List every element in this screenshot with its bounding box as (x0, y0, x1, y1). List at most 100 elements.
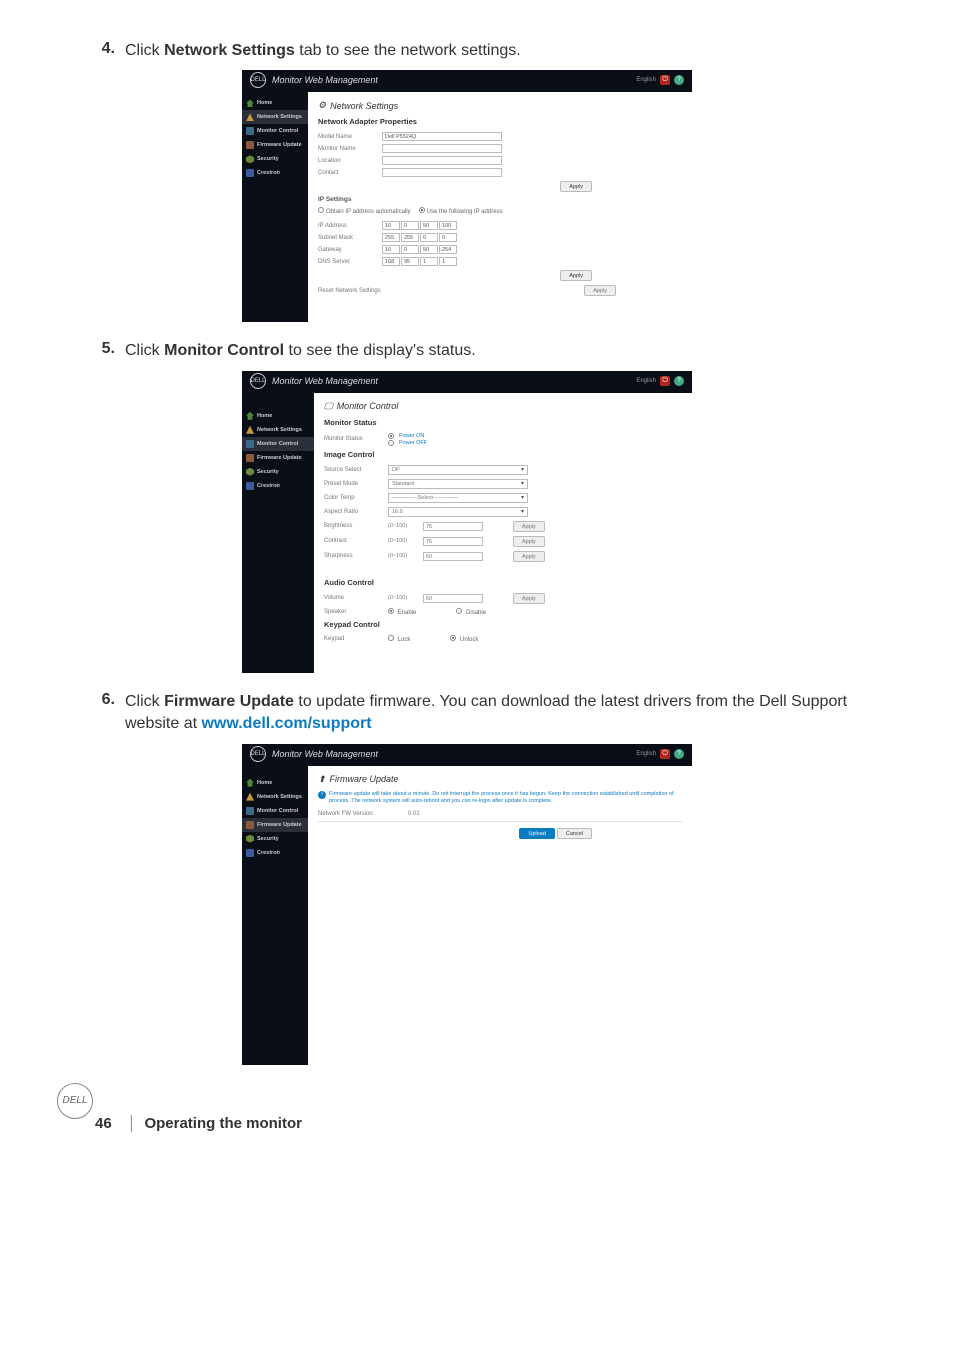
speaker-disable-option[interactable]: Disable (456, 608, 486, 616)
sidebar-item-network[interactable]: Network Settings (242, 790, 308, 804)
step-number: 6. (95, 691, 115, 736)
language-label[interactable]: English (636, 751, 656, 757)
nav-label: Home (257, 100, 272, 106)
apply-properties-button[interactable]: Apply (560, 181, 592, 192)
range-label: (0~100) (388, 595, 423, 601)
dns-octet-2[interactable]: 95 (401, 257, 419, 266)
range-label: (0~100) (388, 538, 423, 544)
dell-logo-icon: DELL (250, 72, 266, 88)
sidebar-item-home[interactable]: Home (242, 96, 308, 110)
sidebar: Home Network Settings Monitor Control Fi… (242, 92, 308, 322)
ip-octet-3[interactable]: 50 (420, 221, 438, 230)
sidebar-item-monitor[interactable]: Monitor Control (242, 437, 314, 451)
keypad-unlock-option[interactable]: Unlock (450, 635, 478, 643)
sel-value: --------------Select-------------- (392, 495, 459, 501)
dns-octet-4[interactable]: 1 (439, 257, 457, 266)
subnet-octet-2[interactable]: 255 (401, 233, 419, 242)
apply-ip-button[interactable]: Apply (560, 270, 592, 281)
upload-button[interactable]: Upload (519, 828, 554, 839)
nav-label: Monitor Control (257, 128, 298, 134)
sidebar-item-firmware[interactable]: Firmware Update (242, 138, 308, 152)
reset-apply-button[interactable]: Apply (584, 285, 616, 296)
page-title: ⚙Network Settings (318, 100, 682, 111)
subnet-octet-1[interactable]: 255 (382, 233, 400, 242)
monitor-status-label: Monitor Status (324, 436, 388, 442)
support-link[interactable]: www.dell.com/support (201, 715, 371, 732)
language-label[interactable]: English (636, 378, 656, 384)
t: tab to see the network settings. (295, 42, 521, 59)
ip-octet-2[interactable]: 0 (401, 221, 419, 230)
sidebar-item-security[interactable]: Security (242, 465, 314, 479)
t-bold: Firmware Update (164, 693, 294, 710)
sidebar-item-network[interactable]: Network Settings (242, 423, 314, 437)
help-icon[interactable]: ? (674, 749, 684, 759)
radio-use-following[interactable]: Use the following IP address (419, 207, 503, 215)
sidebar-item-home[interactable]: Home (242, 409, 314, 423)
ip-octet-1[interactable]: 10 (382, 221, 400, 230)
t-bold: Monitor Control (164, 342, 284, 359)
apply-brightness-button[interactable]: Apply (513, 521, 545, 532)
sidebar-item-firmware[interactable]: Firmware Update (242, 451, 314, 465)
gateway-octet-1[interactable]: 10 (382, 245, 400, 254)
apply-volume-button[interactable]: Apply (513, 593, 545, 604)
gateway-octet-2[interactable]: 0 (401, 245, 419, 254)
sidebar-item-security[interactable]: Security (242, 832, 308, 846)
contact-input[interactable] (382, 168, 502, 177)
logout-icon[interactable]: ⏻ (660, 376, 670, 386)
apply-contrast-button[interactable]: Apply (513, 536, 545, 547)
cancel-button[interactable]: Cancel (557, 828, 592, 839)
source-select-dropdown[interactable]: DP▾ (388, 465, 528, 475)
opt-label: Power ON (399, 433, 424, 439)
sidebar-item-network[interactable]: Network Settings (242, 110, 308, 124)
logout-icon[interactable]: ⏻ (660, 75, 670, 85)
brightness-input[interactable]: 75 (423, 522, 483, 531)
step-4: 4. Click Network Settings tab to see the… (95, 40, 859, 62)
color-temp-dropdown[interactable]: --------------Select--------------▾ (388, 493, 528, 503)
radio-obtain-auto[interactable]: Obtain IP address automatically (318, 207, 411, 215)
sidebar-item-crestron[interactable]: Crestron (242, 166, 308, 180)
help-icon[interactable]: ? (674, 75, 684, 85)
dns-octet-3[interactable]: 1 (420, 257, 438, 266)
preset-mode-dropdown[interactable]: Standard▾ (388, 479, 528, 489)
location-input[interactable] (382, 156, 502, 165)
monitor-name-input[interactable] (382, 144, 502, 153)
dns-octet-1[interactable]: 168 (382, 257, 400, 266)
sidebar-item-monitor[interactable]: Monitor Control (242, 804, 308, 818)
subnet-octet-4[interactable]: 0 (439, 233, 457, 242)
logout-icon[interactable]: ⏻ (660, 749, 670, 759)
gateway-octet-3[interactable]: 50 (420, 245, 438, 254)
sidebar-item-monitor[interactable]: Monitor Control (242, 124, 308, 138)
image-control-heading: Image Control (324, 450, 682, 459)
power-off-option[interactable]: Power OFF (388, 440, 427, 446)
model-name-input[interactable]: Dell P5524Q (382, 132, 502, 141)
nav-label: Security (257, 469, 279, 475)
sharpness-input[interactable]: 50 (423, 552, 483, 561)
apply-sharpness-button[interactable]: Apply (513, 551, 545, 562)
color-temp-label: Color Temp (324, 495, 388, 501)
language-label[interactable]: English (636, 77, 656, 83)
power-on-option[interactable]: Power ON (388, 433, 427, 439)
subnet-octet-3[interactable]: 0 (420, 233, 438, 242)
network-icon (246, 793, 254, 801)
step-6: 6. Click Firmware Update to update firmw… (95, 691, 859, 736)
step-text: Click Monitor Control to see the display… (125, 340, 859, 362)
ip-octet-4[interactable]: 100 (439, 221, 457, 230)
gateway-octet-4[interactable]: 254 (439, 245, 457, 254)
contrast-input[interactable]: 75 (423, 537, 483, 546)
sidebar-item-crestron[interactable]: Crestron (242, 479, 314, 493)
opt-label: Lock (398, 637, 411, 643)
app-header: DELL Monitor Web Management English ⏻ ? (242, 744, 692, 764)
page-number: 46 (95, 1115, 112, 1132)
sidebar-item-home[interactable]: Home (242, 776, 308, 790)
sidebar-item-firmware[interactable]: Firmware Update (242, 818, 308, 832)
help-icon[interactable]: ? (674, 376, 684, 386)
volume-input[interactable]: 50 (423, 594, 483, 603)
sidebar-item-crestron[interactable]: Crestron (242, 846, 308, 860)
sel-value: 16:9 (392, 509, 403, 515)
step-number: 4. (95, 40, 115, 62)
aspect-ratio-dropdown[interactable]: 16:9▾ (388, 507, 528, 517)
speaker-enable-option[interactable]: Enable (388, 608, 416, 616)
sidebar-item-security[interactable]: Security (242, 152, 308, 166)
keypad-lock-option[interactable]: Lock (388, 635, 410, 643)
network-icon (246, 113, 254, 121)
